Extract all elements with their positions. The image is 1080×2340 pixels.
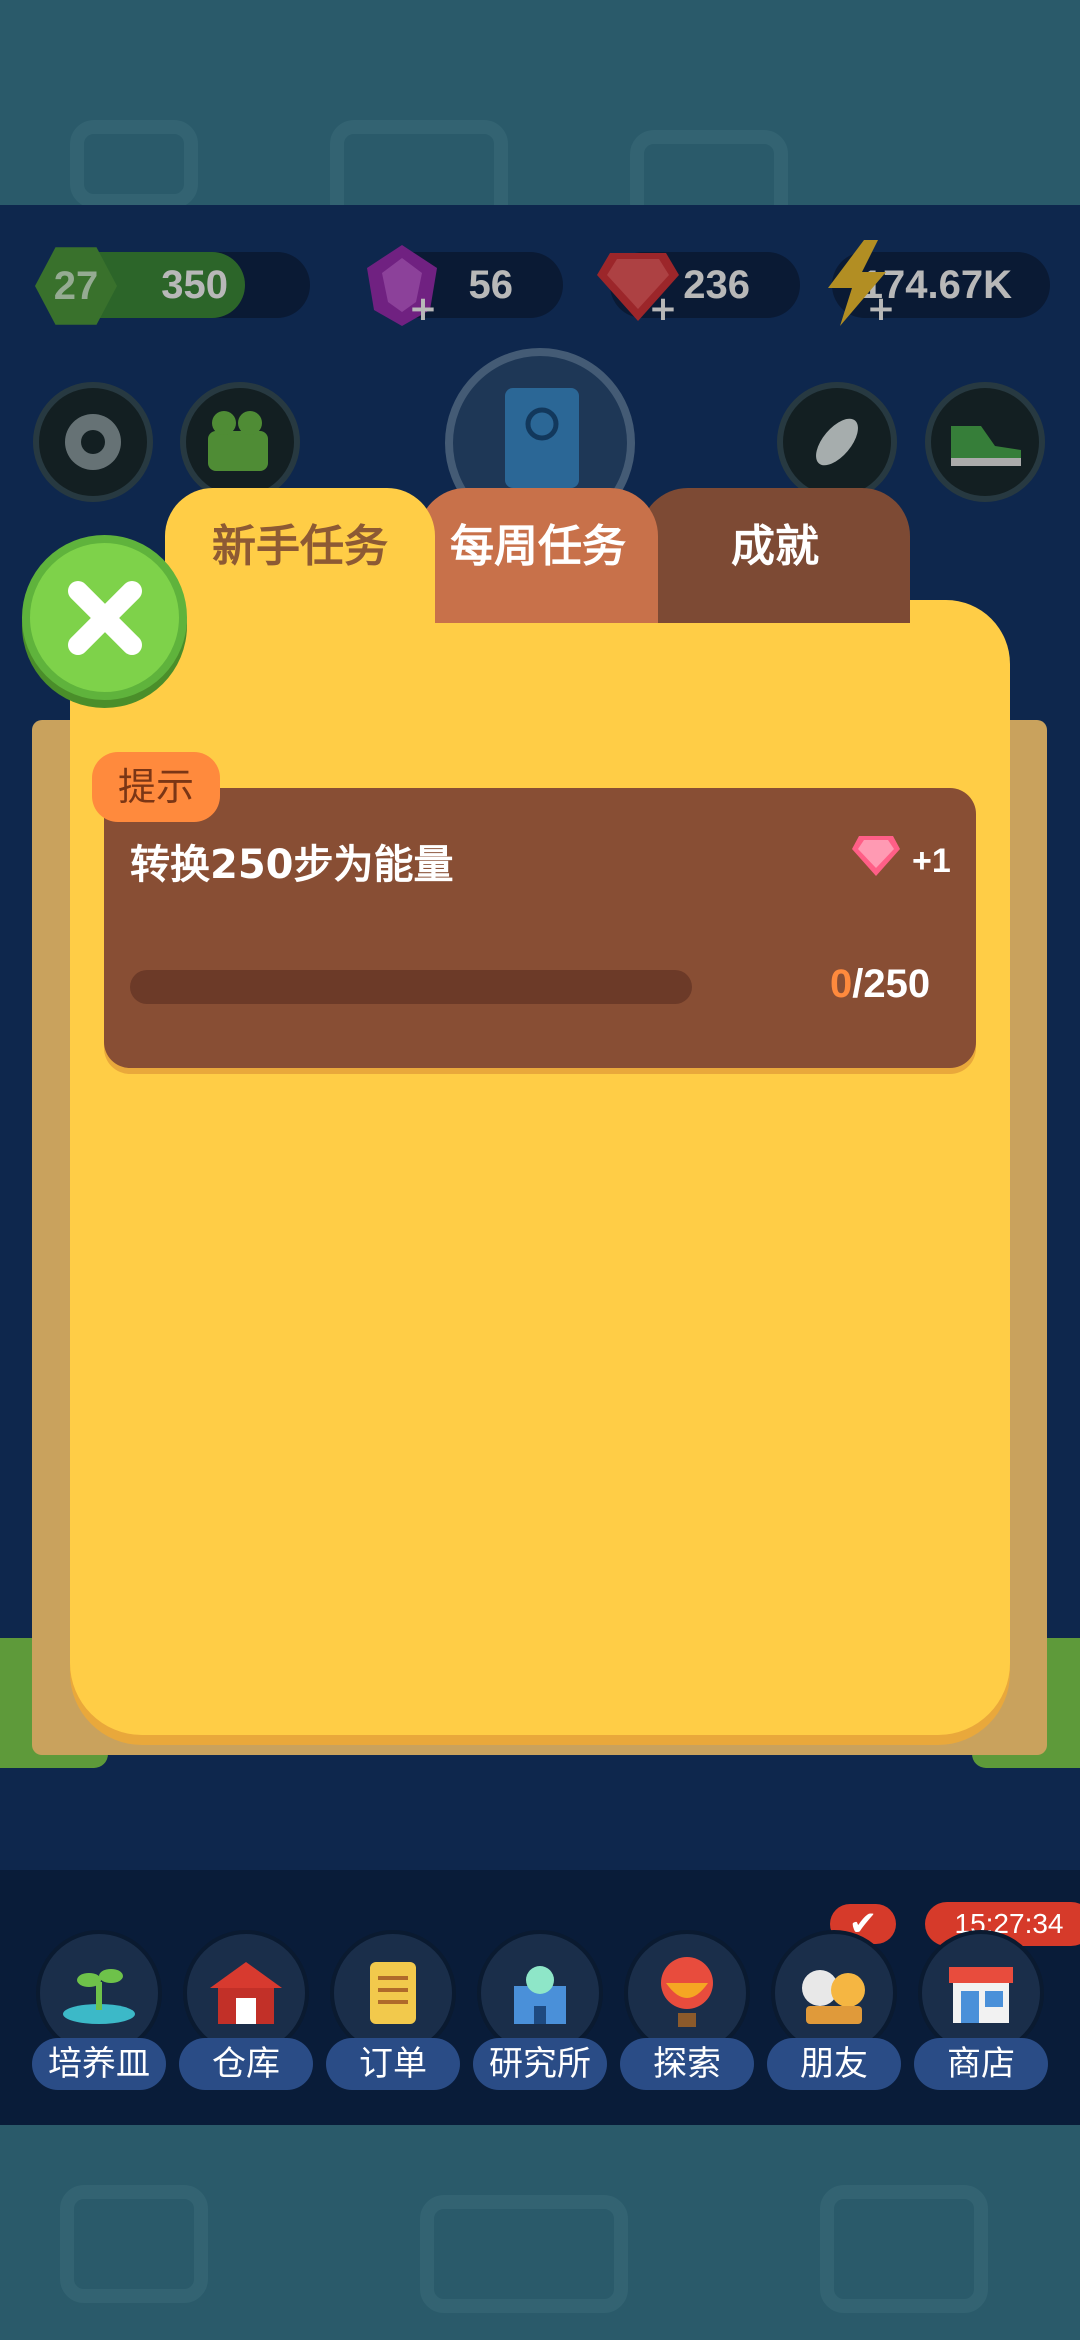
- nav-research[interactable]: 研究所: [473, 1930, 607, 2090]
- nav-warehouse[interactable]: 仓库: [179, 1930, 313, 2090]
- task-card: [104, 788, 976, 1068]
- nav-shop[interactable]: 商店: [914, 1930, 1048, 2090]
- close-button[interactable]: [22, 535, 187, 700]
- nav-label: 商店: [914, 2038, 1048, 2090]
- nav-label: 订单: [326, 2038, 460, 2090]
- nav-label: 朋友: [767, 2038, 901, 2090]
- task-progress-text: 0/250: [830, 962, 930, 1007]
- nav-petri-dish[interactable]: 培养皿: [32, 1930, 166, 2090]
- bottom-background: [0, 2125, 1080, 2340]
- task-progress-bar: [130, 970, 692, 1004]
- tab-weekly-tasks[interactable]: 每周任务: [418, 488, 658, 623]
- nav-friends[interactable]: 朋友: [767, 1930, 901, 2090]
- lab-icon: [514, 1966, 566, 2024]
- tab-achievements[interactable]: 成就: [640, 488, 910, 623]
- balloon-icon: [661, 1957, 713, 2027]
- top-background: [0, 0, 1080, 228]
- shop-icon: [949, 1967, 1013, 2023]
- reward-gem-icon: [852, 836, 900, 876]
- nav-orders[interactable]: 订单: [326, 1930, 460, 2090]
- nav-label: 仓库: [179, 2038, 313, 2090]
- friends-icon: [802, 1970, 865, 2024]
- tab-newbie-tasks[interactable]: 新手任务: [165, 488, 435, 623]
- close-icon: [67, 580, 142, 655]
- barn-icon: [210, 1962, 282, 2024]
- reward-amount: +1: [912, 842, 951, 880]
- nav-explore[interactable]: 探索: [620, 1930, 754, 2090]
- nav-label: 培养皿: [32, 2038, 166, 2090]
- nav-label: 研究所: [473, 2038, 607, 2090]
- task-title: 转换250步为能量: [130, 842, 454, 888]
- sprout-icon: [63, 1969, 135, 2024]
- progress-total: /250: [852, 962, 931, 1006]
- progress-current: 0: [830, 962, 853, 1006]
- nav-label: 探索: [620, 2038, 754, 2090]
- hint-badge: 提示: [92, 752, 220, 822]
- scroll-icon: [370, 1962, 416, 2024]
